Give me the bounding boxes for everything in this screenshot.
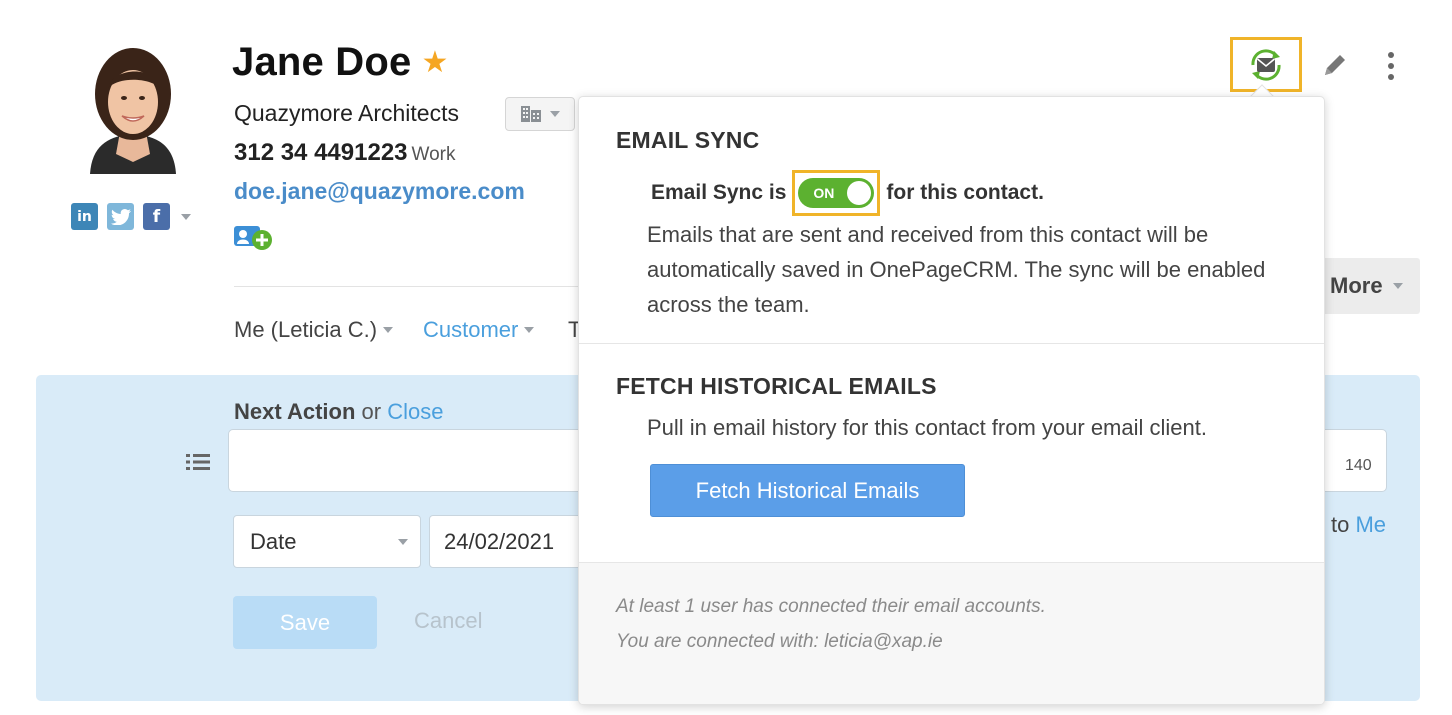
chevron-down-icon — [1392, 283, 1403, 289]
email-sync-description: Emails that are sent and received from t… — [647, 222, 1266, 317]
email-link[interactable]: doe.jane@quazymore.com — [234, 178, 525, 205]
twitter-icon[interactable] — [107, 203, 134, 230]
char-counter: 140 — [1345, 457, 1372, 474]
email-sync-toggle[interactable]: ON — [798, 178, 875, 208]
next-action-heading: Next Action or Close — [234, 399, 443, 425]
chevron-down-icon — [383, 327, 394, 333]
star-icon[interactable]: ★ — [421, 47, 448, 78]
next-action-title: Next Action — [234, 399, 356, 424]
toggle-knob — [847, 181, 872, 205]
building-icon — [521, 106, 541, 122]
list-icon — [186, 454, 210, 470]
footer-connected-users: At least 1 user has connected their emai… — [616, 596, 1046, 617]
contact-avatar — [70, 44, 196, 174]
phone-number[interactable]: 312 34 4491223 — [234, 139, 408, 166]
social-links: in f — [71, 203, 191, 230]
save-button[interactable]: Save — [233, 596, 377, 649]
owner-dropdown[interactable]: Me (Leticia C.) — [234, 317, 394, 343]
chevron-down-icon — [398, 538, 408, 545]
date-type-select[interactable]: Date — [233, 515, 421, 568]
fetch-description: Pull in email history for this contact f… — [647, 415, 1207, 440]
chevron-down-icon — [524, 327, 535, 333]
add-contact-icon[interactable] — [234, 224, 274, 252]
status-dropdown[interactable]: Customer — [423, 317, 535, 343]
more-options-icon[interactable] — [1381, 50, 1401, 82]
popover-divider — [579, 343, 1324, 344]
pencil-icon[interactable] — [1320, 50, 1350, 80]
contact-name: Jane Doe — [232, 40, 412, 84]
next-action-or: or — [361, 399, 382, 424]
close-link[interactable]: Close — [387, 399, 443, 424]
status-label: Customer — [423, 317, 519, 342]
facebook-icon[interactable]: f — [143, 203, 170, 230]
phone-row: 312 34 4491223 Work — [234, 139, 456, 167]
assign-prefix: to — [1331, 512, 1350, 537]
assignee-link[interactable]: Me — [1355, 512, 1386, 537]
owner-label: Me (Leticia C.) — [234, 317, 378, 342]
linkedin-icon[interactable]: in — [71, 203, 98, 230]
phone-type: Work — [411, 144, 456, 165]
date-type-value: Date — [250, 528, 297, 554]
email-sync-heading: EMAIL SYNC — [616, 127, 760, 153]
sync-suffix: for this contact. — [886, 181, 1044, 204]
date-input[interactable]: 24/02/2021 — [429, 515, 589, 568]
more-button-label: More — [1330, 273, 1383, 298]
email-sync-icon — [1251, 48, 1281, 81]
email-sync-popover: EMAIL SYNC Email Sync is ON for this con… — [578, 96, 1325, 705]
header-divider — [234, 286, 579, 287]
contact-name-row: Jane Doe ★ — [232, 40, 449, 85]
chevron-down-icon — [550, 111, 560, 117]
sync-prefix: Email Sync is — [651, 181, 787, 204]
more-button[interactable]: More — [1318, 258, 1420, 314]
fetch-heading: FETCH HISTORICAL EMAILS — [616, 373, 937, 399]
email-sync-button[interactable] — [1230, 37, 1302, 92]
sync-toggle-highlight: ON — [792, 170, 881, 216]
cancel-button[interactable]: Cancel — [414, 608, 482, 634]
popover-footer: At least 1 user has connected their emai… — [579, 562, 1324, 704]
footer-connected-account: You are connected with: leticia@xap.ie — [616, 631, 943, 652]
social-dropdown-caret[interactable] — [181, 213, 191, 220]
company-dropdown-button[interactable] — [505, 97, 575, 131]
assignee: to Me — [1331, 512, 1386, 538]
email-sync-status: Email Sync is ON for this contact. — [651, 170, 1044, 216]
fetch-historical-emails-button[interactable]: Fetch Historical Emails — [650, 464, 965, 517]
company-name[interactable]: Quazymore Architects — [234, 100, 459, 127]
toggle-label: ON — [813, 185, 835, 201]
